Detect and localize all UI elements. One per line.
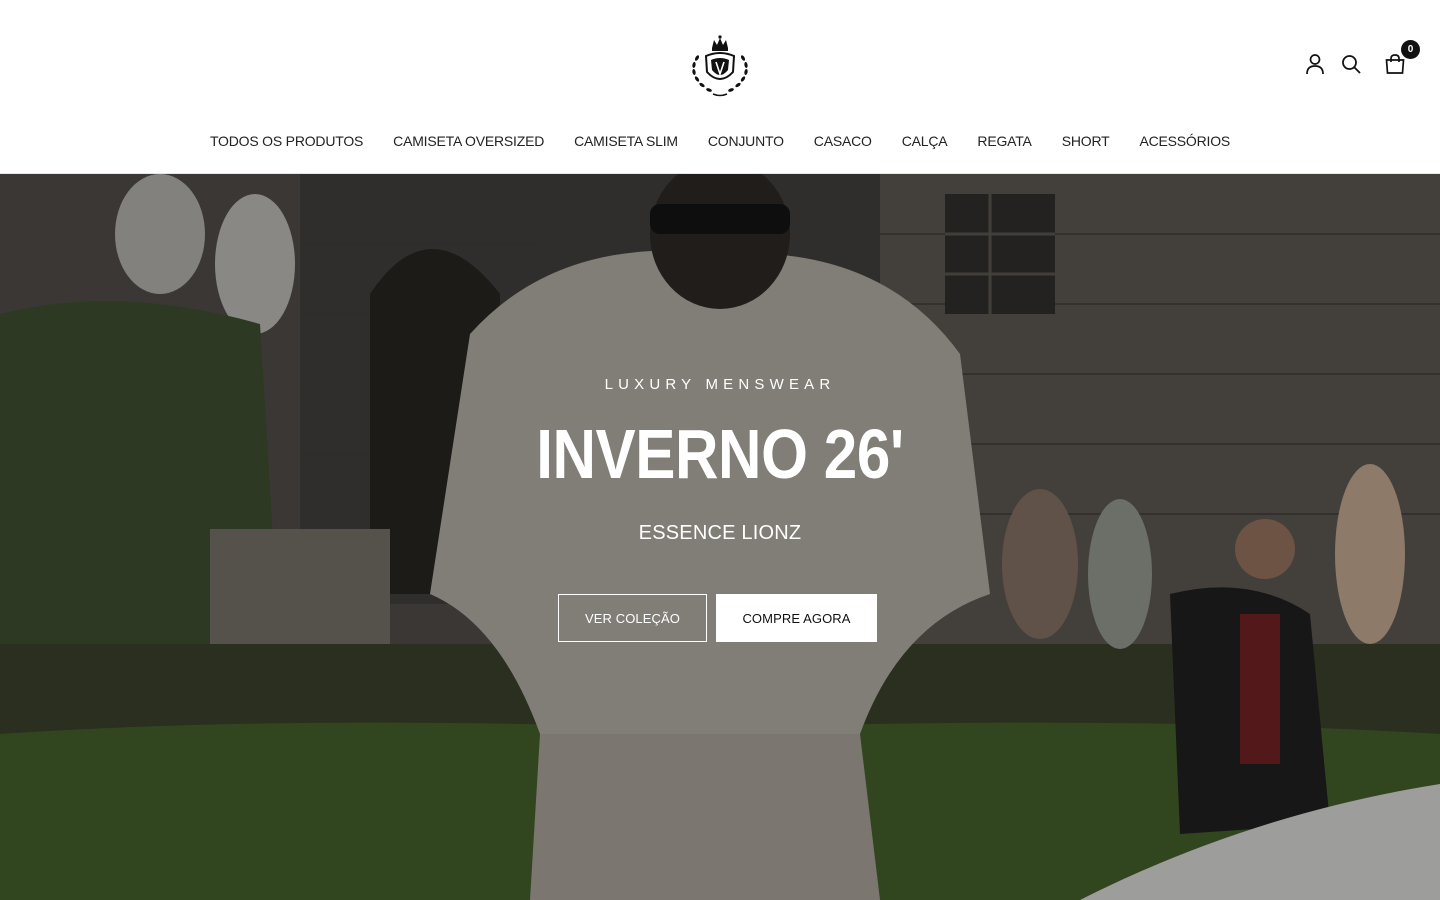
hero-eyebrow: LUXURY MENSWEAR — [604, 376, 836, 393]
nav-item-camiseta-oversized[interactable]: CAMISETA OVERSIZED — [393, 131, 544, 151]
nav-item-casaco[interactable]: CASACO — [814, 131, 872, 151]
search-icon[interactable] — [1340, 50, 1362, 78]
hero-subtitle: ESSENCE LIONZ — [638, 522, 802, 544]
nav-item-calca[interactable]: CALÇA — [902, 131, 948, 151]
crown-laurel-crest-logo[interactable] — [687, 34, 753, 98]
shop-now-button[interactable]: COMPRE AGORA — [716, 594, 877, 642]
user-icon[interactable] — [1304, 50, 1326, 78]
nav-item-short[interactable]: SHORT — [1062, 131, 1110, 151]
nav-item-acessorios[interactable]: ACESSÓRIOS — [1139, 131, 1230, 151]
nav-item-regata[interactable]: REGATA — [977, 131, 1031, 151]
view-collection-button[interactable]: VER COLEÇÃO — [558, 594, 707, 642]
site-header: 0 TODOS OS PRODUTOS CAMISETA OVERSIZED C… — [0, 0, 1440, 174]
shopping-bag-icon[interactable]: 0 — [1384, 40, 1420, 78]
nav-item-conjunto[interactable]: CONJUNTO — [708, 131, 784, 151]
header-actions: 0 — [1304, 40, 1420, 78]
hero-headline: INVERNO 26' — [536, 415, 904, 493]
hero-banner: LUXURY MENSWEAR INVERNO 26' ESSENCE LION… — [0, 174, 1440, 900]
nav-item-todos-os-produtos[interactable]: TODOS OS PRODUTOS — [210, 131, 363, 151]
main-navigation: TODOS OS PRODUTOS CAMISETA OVERSIZED CAM… — [0, 131, 1440, 151]
nav-item-camiseta-slim[interactable]: CAMISETA SLIM — [574, 131, 678, 151]
cart-count-badge: 0 — [1401, 40, 1420, 59]
